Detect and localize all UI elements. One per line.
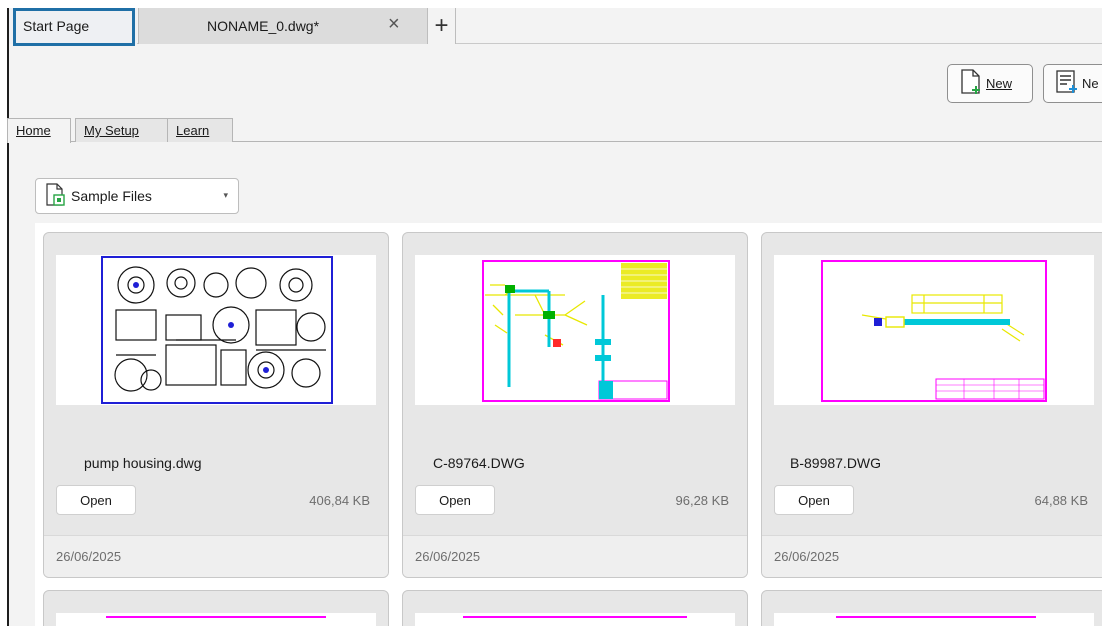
tab-learn[interactable]: Learn [167,118,233,142]
tab-start-page-label: Start Page [23,18,90,34]
open-button[interactable]: Open [56,485,136,515]
file-card[interactable] [402,590,748,626]
new-sheet-label: Ne [1082,76,1099,91]
file-date: 26/06/2025 [415,549,481,564]
chevron-down-icon[interactable]: ▾ [223,190,228,201]
tab-home[interactable]: Home [7,118,71,143]
file-size: 64,88 KB [1034,493,1089,508]
file-card[interactable]: B-89987.DWG Open 64,88 KB 26/06/2025 [761,232,1102,578]
file-card[interactable]: C-89764.DWG Open 96,28 KB 26/06/2025 [402,232,748,578]
file-card[interactable] [43,590,389,626]
tab-home-label: Home [16,123,51,138]
drawing-thumbnail [415,255,735,405]
drawing-thumbnail [56,255,376,405]
tab-learn-label: Learn [176,123,210,138]
new-button-label: New [986,76,1013,91]
file-name: B-89987.DWG [790,455,882,471]
start-page-window: Start Page NONAME_0.dwg* × + New Ne Home… [0,0,1102,626]
sample-files-grid: pump housing.dwg Open 406,84 KB 26/06/20… [35,223,1102,626]
close-icon[interactable]: × [388,14,400,34]
window-border [7,8,9,626]
add-tab-icon[interactable]: + [428,8,456,44]
tab-my-setup-label: My Setup [84,123,139,138]
sample-files-label: Sample Files [71,188,152,204]
new-document-icon [958,68,986,99]
file-size: 96,28 KB [675,493,730,508]
tab-file-label: NONAME_0.dwg* [207,18,320,34]
file-name: pump housing.dwg [84,455,202,471]
file-card[interactable]: pump housing.dwg Open 406,84 KB 26/06/20… [43,232,389,578]
file-name: C-89764.DWG [433,455,525,471]
tab-my-setup[interactable]: My Setup [75,118,168,142]
tab-noname-drawing[interactable]: NONAME_0.dwg* × [138,8,428,44]
new-sheet-button[interactable]: Ne [1043,64,1102,103]
tab-start-page[interactable]: Start Page [9,8,137,44]
drawing-thumbnail [774,613,1094,626]
top-edge [0,0,1102,8]
file-card[interactable] [761,590,1102,626]
drawing-thumbnail [415,613,735,626]
sample-files-dropdown[interactable]: Sample Files ▾ [35,178,239,214]
open-button[interactable]: Open [774,485,854,515]
drawing-thumbnail [774,255,1094,405]
home-tabs: Home My Setup Learn [7,118,1102,143]
new-sheet-icon [1054,68,1082,99]
new-button[interactable]: New [947,64,1033,103]
file-date: 26/06/2025 [56,549,122,564]
drawing-thumbnail [56,613,376,626]
sample-files-icon [45,182,71,211]
document-tab-bar: Start Page NONAME_0.dwg* × + [9,8,1102,44]
file-size: 406,84 KB [309,493,370,508]
file-date: 26/06/2025 [774,549,840,564]
open-button[interactable]: Open [415,485,495,515]
